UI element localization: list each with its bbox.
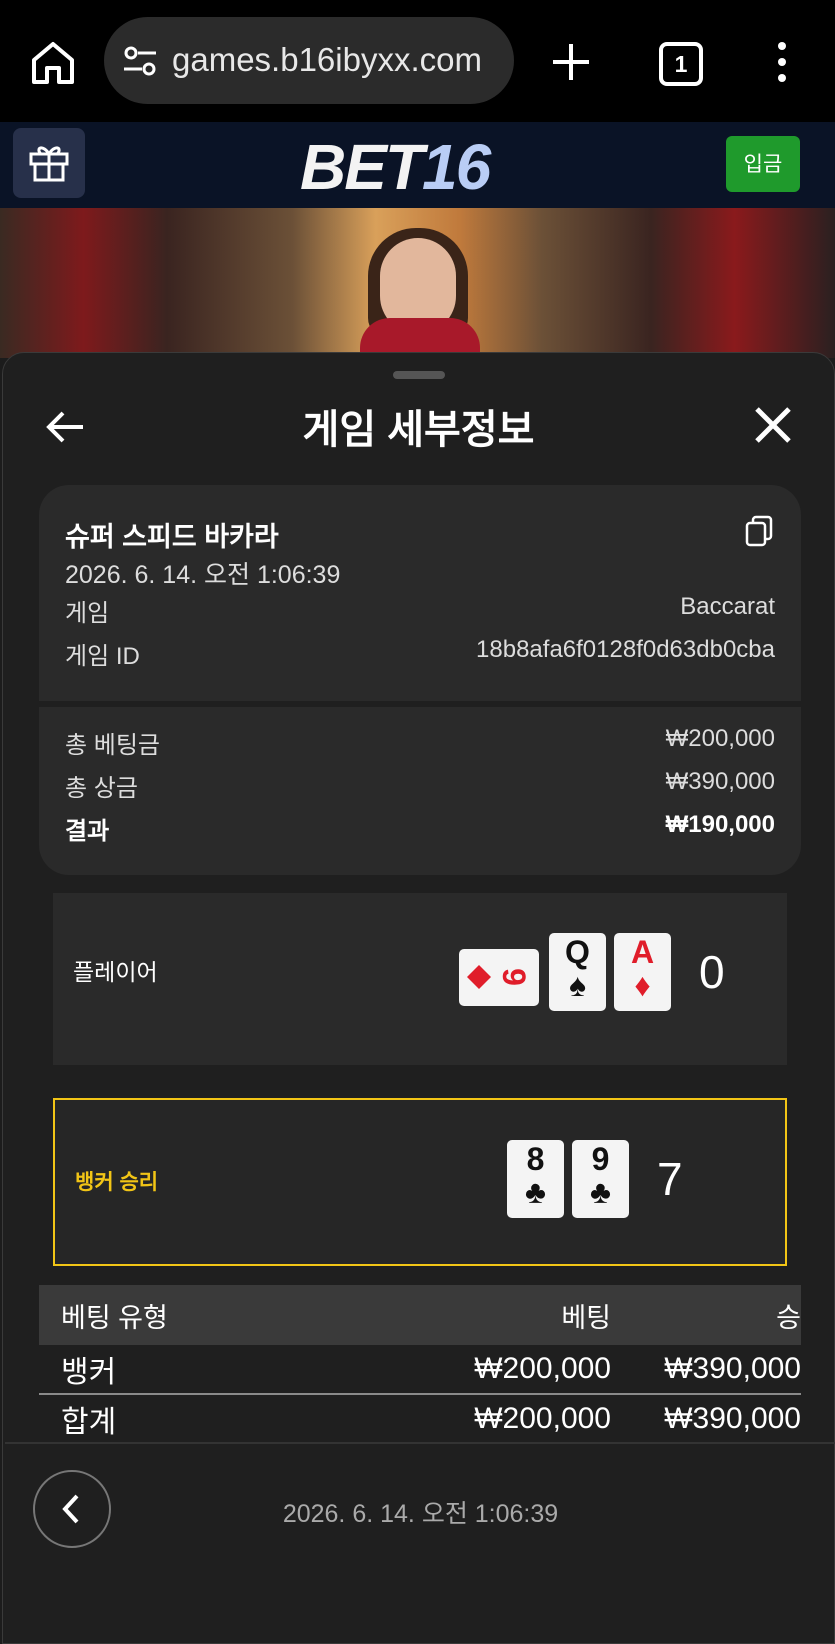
bet-amount: ₩200,000 xyxy=(474,1352,611,1385)
total-bet-label: 총 베팅금 xyxy=(65,732,160,759)
card-rank: Q xyxy=(565,934,590,970)
player-hand: 플레이어 9 Q ♠ A ♦ 0 xyxy=(53,893,787,1065)
playing-card: 9 xyxy=(459,949,539,1006)
url-bar[interactable]: games.b16ibyxx.com xyxy=(104,17,514,104)
footer-datetime: 2026. 6. 14. 오전 1:06:39 xyxy=(282,1500,559,1528)
card-rank: A xyxy=(630,934,655,970)
logo-text: BET xyxy=(300,131,424,203)
drag-handle[interactable] xyxy=(393,371,445,379)
total-win-label: 총 상금 xyxy=(65,775,138,802)
tab-switcher-button[interactable]: 1 xyxy=(659,42,703,86)
new-tab-icon[interactable] xyxy=(549,40,593,84)
result-row: 결과 ₩190,000 xyxy=(65,811,775,846)
playing-card: 9 ♣ xyxy=(572,1140,629,1218)
game-id-label: 게임 ID xyxy=(65,643,140,670)
card-rank: 9 xyxy=(496,968,532,986)
total-label: 합계 xyxy=(61,1406,117,1439)
live-video-stream xyxy=(0,208,835,358)
total-bet-value: ₩200,000 xyxy=(665,725,775,752)
table-total-row: 합계 ₩200,000 ₩390,000 xyxy=(39,1393,801,1443)
total-win: ₩390,000 xyxy=(664,1402,801,1435)
sheet-title: 게임 세부정보 xyxy=(302,408,535,452)
more-menu-icon[interactable] xyxy=(772,40,792,84)
card-sideways: 9 xyxy=(467,965,532,989)
gift-icon xyxy=(29,146,69,182)
header-win: 승 xyxy=(776,1302,801,1333)
browser-toolbar: games.b16ibyxx.com 1 xyxy=(0,0,835,122)
gift-button[interactable] xyxy=(13,128,85,198)
divider xyxy=(39,701,801,707)
banker-win-label: 뱅커 승리 xyxy=(75,1171,159,1194)
playing-card: 8 ♣ xyxy=(507,1140,564,1218)
summary-card: 슈퍼 스피드 바카라 2026. 6. 14. 오전 1:06:39 게임 Ba… xyxy=(39,485,801,875)
playing-card: Q ♠ xyxy=(549,933,606,1011)
card-suit: ♦ xyxy=(634,967,651,1003)
game-datetime: 2026. 6. 14. 오전 1:06:39 xyxy=(65,561,341,589)
card-suit: ♠ xyxy=(569,967,586,1003)
table-header: 베팅 유형 베팅 승 xyxy=(39,1285,801,1345)
header-bet: 베팅 xyxy=(561,1302,611,1333)
game-name: 슈퍼 스피드 바카라 xyxy=(65,522,279,552)
bets-table: 베팅 유형 베팅 승 뱅커 ₩200,000 ₩390,000 합계 ₩200,… xyxy=(39,1285,801,1443)
banker-hand: 뱅커 승리 8 ♣ 9 ♣ 7 xyxy=(53,1098,787,1266)
banker-score: 7 xyxy=(657,1153,683,1205)
home-icon[interactable] xyxy=(28,38,78,88)
card-rank: 9 xyxy=(591,1141,610,1177)
deposit-button[interactable]: 입금 xyxy=(726,136,800,192)
copy-icon[interactable] xyxy=(743,515,775,547)
player-score: 0 xyxy=(699,946,725,998)
close-icon[interactable] xyxy=(753,405,793,445)
total-bet: ₩200,000 xyxy=(474,1402,611,1435)
header-bet-type: 베팅 유형 xyxy=(61,1302,168,1333)
playing-card: A ♦ xyxy=(614,933,671,1011)
player-label: 플레이어 xyxy=(73,959,158,985)
game-row: 게임 Baccarat xyxy=(65,593,775,628)
game-label: 게임 xyxy=(65,600,110,627)
site-header: BET16 입금 xyxy=(0,122,835,208)
table-row: 뱅커 ₩200,000 ₩390,000 xyxy=(39,1345,801,1393)
card-suit: ♣ xyxy=(590,1174,611,1210)
result-value: ₩190,000 xyxy=(665,811,775,838)
total-win-row: 총 상금 ₩390,000 xyxy=(65,768,775,803)
game-details-sheet: 게임 세부정보 슈퍼 스피드 바카라 2026. 6. 14. 오전 1:06:… xyxy=(2,352,835,1644)
result-label: 결과 xyxy=(65,818,110,845)
game-id-row: 게임 ID 18b8afa6f0128f0d63db0cba xyxy=(65,636,775,671)
site-settings-icon[interactable] xyxy=(122,45,158,77)
total-bet-row: 총 베팅금 ₩200,000 xyxy=(65,725,775,760)
win-amount: ₩390,000 xyxy=(664,1352,801,1385)
bet-type: 뱅커 xyxy=(61,1356,117,1389)
total-win-value: ₩390,000 xyxy=(665,768,775,795)
logo-number: 16 xyxy=(422,131,491,203)
card-suit: ♣ xyxy=(525,1174,546,1210)
card-rank: 8 xyxy=(526,1141,545,1177)
brand-logo[interactable]: BET16 xyxy=(300,130,491,204)
game-id-value: 18b8afa6f0128f0d63db0cba xyxy=(476,636,775,663)
game-value: Baccarat xyxy=(680,593,775,620)
sheet-footer: 2026. 6. 14. 오전 1:06:39 xyxy=(5,1442,835,1644)
url-text: games.b16ibyxx.com xyxy=(172,41,482,78)
